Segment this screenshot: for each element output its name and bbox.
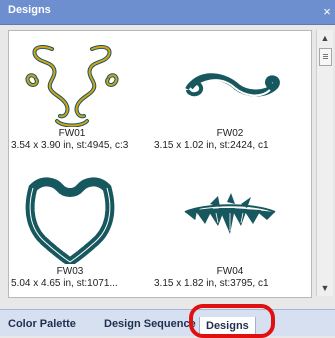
- design-info: 3.15 x 1.82 in, st:3795, c1: [154, 278, 269, 289]
- leaf-garland-icon[interactable]: [175, 186, 285, 246]
- panel-tab-bar: Color Palette Design Sequence Designs: [0, 309, 335, 336]
- tab-design-sequence[interactable]: Design Sequence: [104, 318, 196, 334]
- flourish-necklace-icon[interactable]: [17, 39, 127, 127]
- panel-title: Designs: [8, 4, 51, 16]
- design-info: 3.54 x 3.90 in, st:4945, c:3: [11, 140, 129, 151]
- panel-titlebar: Designs ×: [0, 0, 335, 25]
- close-button[interactable]: ×: [320, 0, 334, 24]
- scroll-thumb[interactable]: [319, 48, 332, 66]
- design-name: FW04: [216, 266, 244, 277]
- tab-color-palette[interactable]: Color Palette: [8, 318, 76, 334]
- designs-thumbnail-grid: FW01 3.54 x 3.90 in, st:4945, c:3 FW02 3…: [8, 30, 312, 298]
- vertical-scrollbar[interactable]: ▲ ▼: [316, 30, 333, 296]
- design-name: FW02: [216, 128, 244, 139]
- design-name: FW03: [56, 266, 84, 277]
- designs-panel: Designs × FW01 3.54 x 3.90 in, st:4945, …: [0, 0, 335, 338]
- chain-necklace-icon[interactable]: [15, 174, 125, 264]
- design-info: 5.04 x 4.65 in, st:1071...: [11, 278, 118, 289]
- highlight-circle: [189, 304, 275, 338]
- swirl-wave-icon[interactable]: [175, 63, 285, 123]
- scroll-up-arrow-icon[interactable]: ▲: [317, 30, 333, 46]
- scroll-down-arrow-icon[interactable]: ▼: [317, 280, 333, 296]
- design-name: FW01: [58, 128, 86, 139]
- design-info: 3.15 x 1.02 in, st:2424, c1: [154, 140, 269, 151]
